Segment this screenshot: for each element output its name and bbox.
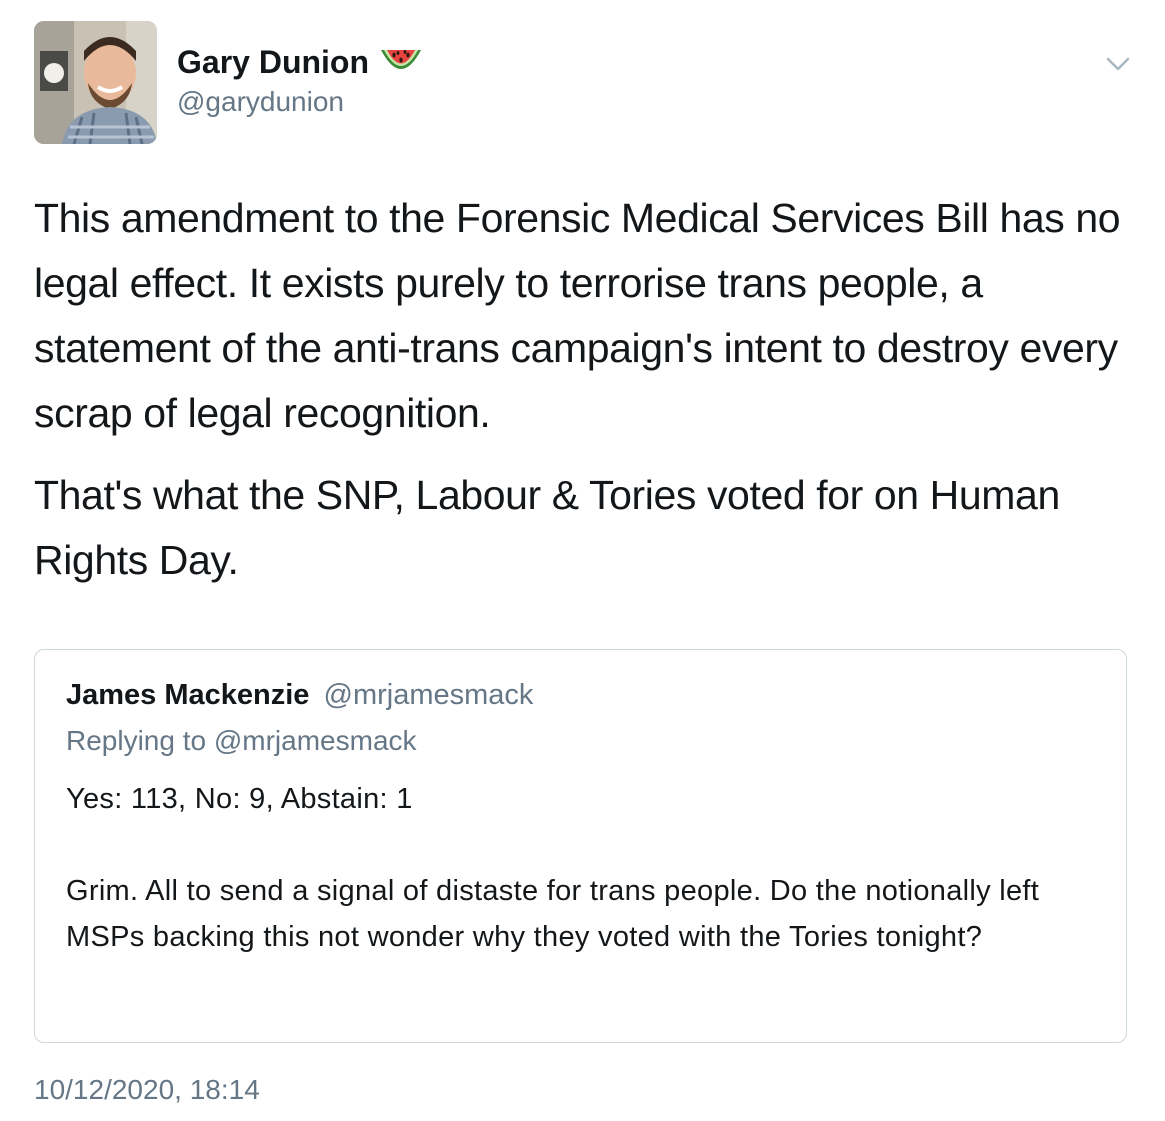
quoted-tweet-card[interactable]: James Mackenzie @mrjamesmack Replying to… bbox=[34, 649, 1127, 1043]
author-avatar[interactable] bbox=[34, 21, 157, 144]
tweet-paragraph: This amendment to the Forensic Medical S… bbox=[34, 195, 1121, 436]
author-info: Gary Dunion @garydunion bbox=[177, 42, 423, 120]
tweet-text: This amendment to the Forensic Medical S… bbox=[34, 186, 1134, 610]
tweet: Gary Dunion @garydunion This amendment t… bbox=[0, 0, 1165, 1121]
quoted-author-handle: @mrjamesmack bbox=[323, 679, 534, 711]
quoted-replying-to: Replying to @mrjamesmack bbox=[66, 725, 417, 756]
quoted-tweet-text: Yes: 113, No: 9, Abstain: 1 Grim. All to… bbox=[66, 776, 1096, 960]
tweet-paragraph: That's what the SNP, Labour & Tories vot… bbox=[34, 472, 1060, 583]
author-display-name[interactable]: Gary Dunion bbox=[177, 42, 369, 82]
avatar-photo bbox=[34, 21, 157, 144]
chevron-down-icon[interactable] bbox=[1104, 54, 1132, 74]
tweet-timestamp[interactable]: 10/12/2020, 18:14 bbox=[34, 1071, 260, 1109]
quoted-author-name: James Mackenzie bbox=[66, 679, 310, 711]
watermelon-icon bbox=[379, 46, 423, 78]
quoted-tweet-line: Yes: 113, No: 9, Abstain: 1 bbox=[66, 783, 413, 815]
quoted-tweet-line: Grim. All to send a signal of distaste f… bbox=[66, 875, 1040, 953]
quoted-tweet-header: James Mackenzie @mrjamesmack bbox=[66, 676, 533, 714]
author-handle[interactable]: @garydunion bbox=[177, 84, 423, 120]
